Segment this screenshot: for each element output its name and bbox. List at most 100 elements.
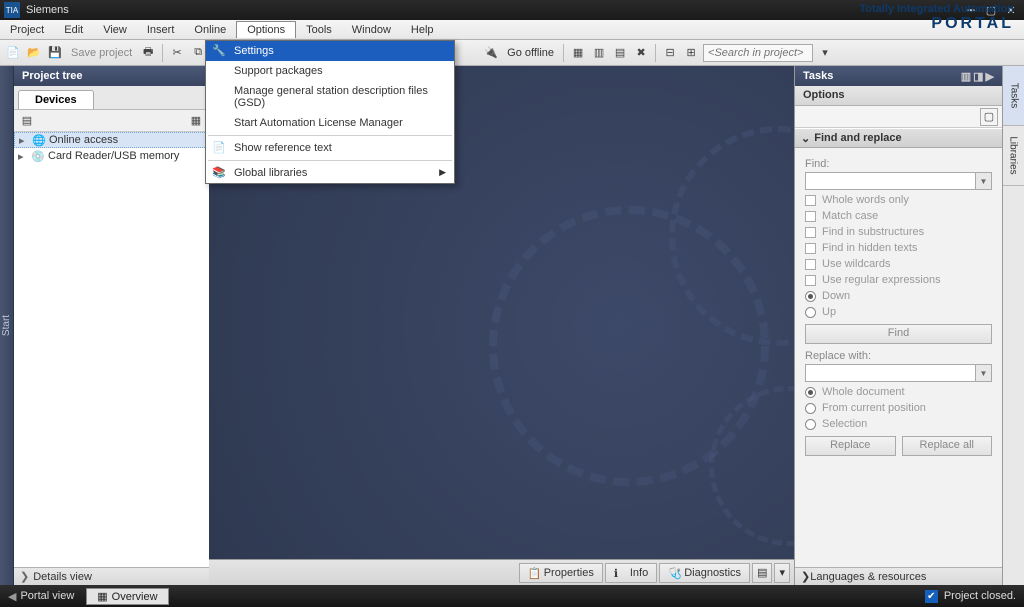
diagnostics-icon: 🩺 — [668, 567, 680, 579]
properties-icon: 📋 — [528, 567, 540, 579]
radio-selection[interactable]: Selection — [805, 418, 992, 430]
check-match-case[interactable]: Match case — [805, 210, 992, 222]
toolbar-icon-1[interactable]: ▦ — [569, 44, 587, 62]
side-tab-libraries[interactable]: Libraries — [1003, 126, 1024, 186]
portal-view-button[interactable]: ◀ Portal view — [8, 590, 74, 603]
toolbar-icon-3[interactable]: ▤ — [611, 44, 629, 62]
check-regex[interactable]: Use regular expressions — [805, 274, 992, 286]
find-button[interactable]: Find — [805, 324, 992, 344]
tab-layout-2[interactable]: ▾ — [774, 563, 790, 583]
side-tab-tasks[interactable]: Tasks — [1003, 66, 1024, 126]
dropdown-separator — [208, 135, 452, 136]
save-icon[interactable]: 💾 — [46, 44, 64, 62]
replace-input[interactable]: ▼ — [805, 364, 992, 382]
dropdown-manage-gsd[interactable]: Manage general station description files… — [206, 81, 454, 113]
menu-tools[interactable]: Tools — [296, 22, 342, 38]
spanner-icon: 🔧 — [212, 44, 226, 58]
menu-window[interactable]: Window — [342, 22, 401, 38]
usb-icon: 💿 — [31, 149, 45, 163]
tab-layout-1[interactable]: ▤ — [752, 563, 772, 583]
options-header[interactable]: Options — [795, 86, 1002, 106]
find-input[interactable]: ▼ — [805, 172, 992, 190]
dropdown-separator — [208, 160, 452, 161]
menu-edit[interactable]: Edit — [54, 22, 93, 38]
menu-options[interactable]: Options — [236, 21, 296, 38]
check-whole-words[interactable]: Whole words only — [805, 194, 992, 206]
chevron-right-icon: ❯ — [20, 570, 29, 583]
radio-up[interactable]: Up — [805, 306, 992, 318]
panel-collapse-icon[interactable]: ◨ — [973, 70, 983, 83]
dropdown-global-libraries[interactable]: 📚 Global libraries ▶ — [206, 163, 454, 183]
tree-item-online-access[interactable]: ▸ 🌐 Online access — [14, 132, 209, 148]
status-text: Project closed. — [944, 590, 1016, 602]
panel-arrow-icon[interactable]: ▶ — [986, 70, 994, 83]
radio-current-position[interactable]: From current position — [805, 402, 992, 414]
search-input[interactable] — [703, 44, 813, 62]
toolbar-icon-4[interactable]: ⊟ — [661, 44, 679, 62]
tab-diagnostics[interactable]: 🩺 Diagnostics — [659, 563, 750, 583]
radio-down[interactable]: Down — [805, 290, 992, 302]
options-dropdown: 🔧 Settings Support packages Manage gener… — [205, 40, 455, 184]
go-offline-icon[interactable]: 🔌 — [482, 44, 500, 62]
options-window-icon[interactable]: ▢ — [980, 108, 998, 126]
app-icon: TIA — [4, 2, 20, 18]
replace-button[interactable]: Replace — [805, 436, 896, 456]
statusbar: ◀ Portal view ▦Overview ✔ Project closed… — [0, 585, 1024, 607]
tree-toolbar-icon-1[interactable]: ▤ — [18, 112, 36, 130]
dropdown-support-packages[interactable]: Support packages — [206, 61, 454, 81]
chevron-down-icon: ⌄ — [801, 132, 810, 145]
project-tree-header: Project tree — [14, 66, 209, 86]
expand-icon[interactable]: ▸ — [19, 134, 29, 147]
details-view-toggle[interactable]: ❯ Details view — [14, 567, 209, 585]
dropdown-license-manager[interactable]: Start Automation License Manager — [206, 113, 454, 133]
overview-button[interactable]: ▦Overview — [86, 588, 168, 605]
tree-toolbar-icon-2[interactable]: ▦ — [187, 112, 205, 130]
new-project-icon[interactable]: 📄 — [4, 44, 22, 62]
tab-properties[interactable]: 📋 Properties — [519, 563, 603, 583]
replace-dropdown-icon[interactable]: ▼ — [975, 365, 991, 381]
find-replace-header[interactable]: ⌄ Find and replace — [795, 128, 1002, 148]
globe-icon: 🌐 — [32, 133, 46, 147]
toolbar-icon-2[interactable]: ▥ — [590, 44, 608, 62]
go-offline-label[interactable]: Go offline — [503, 47, 558, 59]
check-wildcards[interactable]: Use wildcards — [805, 258, 992, 270]
replace-all-button[interactable]: Replace all — [902, 436, 993, 456]
book-icon: 📚 — [212, 166, 226, 180]
dropdown-show-reference[interactable]: 📄 Show reference text — [206, 138, 454, 158]
chevron-left-icon: ◀ — [8, 590, 16, 603]
panel-pin-icon[interactable]: ▥ — [961, 70, 971, 83]
status-check-icon: ✔ — [925, 590, 938, 603]
expand-icon[interactable]: ▸ — [18, 150, 28, 163]
check-hidden-texts[interactable]: Find in hidden texts — [805, 242, 992, 254]
tasks-header: Tasks ▥ ◨ ▶ — [795, 66, 1002, 86]
tree-item-card-reader[interactable]: ▸ 💿 Card Reader/USB memory — [14, 148, 209, 164]
menu-help[interactable]: Help — [401, 22, 444, 38]
check-substructures[interactable]: Find in substructures — [805, 226, 992, 238]
toolbar: 📄 📂 💾 Save project 🖶 ✂ ⧉ 📋 🔌 Go offline … — [0, 40, 1024, 66]
print-icon[interactable]: 🖶 — [139, 44, 157, 62]
search-dropdown-icon[interactable]: ▾ — [816, 44, 834, 62]
left-strip[interactable]: Start — [0, 66, 14, 585]
menu-project[interactable]: Project — [0, 22, 54, 38]
replace-label: Replace with: — [805, 350, 992, 362]
window-title: Siemens — [26, 4, 69, 16]
tab-devices[interactable]: Devices — [18, 90, 94, 109]
cut-icon[interactable]: ✂ — [168, 44, 186, 62]
tab-info[interactable]: ℹ Info — [605, 563, 657, 583]
radio-whole-document[interactable]: Whole document — [805, 386, 992, 398]
brand-label: Totally Integrated Automation PORTAL — [859, 3, 1014, 33]
menu-view[interactable]: View — [93, 22, 137, 38]
info-icon: ℹ — [614, 567, 626, 579]
menu-online[interactable]: Online — [184, 22, 236, 38]
open-project-icon[interactable]: 📂 — [25, 44, 43, 62]
dropdown-settings[interactable]: 🔧 Settings — [206, 41, 454, 61]
find-label: Find: — [805, 158, 992, 170]
tasks-panel: Tasks ▥ ◨ ▶ Options ▢ ⌄ Find and replace… — [794, 66, 1002, 585]
toolbar-delete-icon[interactable]: ✖ — [632, 44, 650, 62]
save-project-label: Save project — [67, 47, 136, 59]
toolbar-icon-5[interactable]: ⊞ — [682, 44, 700, 62]
side-tabs: Tasks Libraries — [1002, 66, 1024, 585]
find-dropdown-icon[interactable]: ▼ — [975, 173, 991, 189]
menu-insert[interactable]: Insert — [137, 22, 185, 38]
languages-resources-toggle[interactable]: ❯ Languages & resources — [795, 567, 1002, 585]
